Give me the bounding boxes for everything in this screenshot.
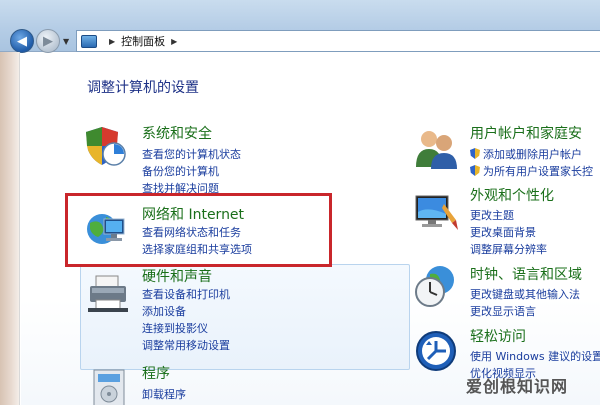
- address-bar[interactable]: ▶ 控制面板 ▶: [76, 30, 600, 52]
- navigation-bar: ◀ ▶ ▼ ▶ 控制面板 ▶: [0, 0, 600, 53]
- hardware-link[interactable]: 添加设备: [142, 303, 186, 319]
- recent-pages-dropdown[interactable]: ▼: [63, 37, 69, 46]
- hardware-link[interactable]: 调整常用移动设置: [142, 337, 230, 353]
- programs-icon[interactable]: [88, 364, 132, 405]
- hardware-link[interactable]: 查看设备和打印机: [142, 286, 230, 302]
- appearance-title[interactable]: 外观和个性化: [470, 185, 554, 205]
- clock-link[interactable]: 更改键盘或其他输入法: [470, 286, 580, 302]
- breadcrumb-control-panel[interactable]: 控制面板: [121, 33, 165, 49]
- shield-icon[interactable]: [84, 124, 128, 168]
- system-security-link[interactable]: 查看您的计算机状态: [142, 146, 241, 162]
- forward-button[interactable]: ▶: [36, 29, 60, 53]
- uac-shield-icon: [470, 165, 480, 176]
- accounts-link[interactable]: 为所有用户设置家长控: [470, 163, 593, 179]
- annotation-highlight-box: [65, 193, 332, 267]
- left-pane: [0, 52, 20, 405]
- watermark: 爱创根知识网: [466, 377, 569, 396]
- breadcrumb-chevron-icon[interactable]: ▶: [171, 37, 177, 46]
- system-security-title[interactable]: 系统和安全: [142, 123, 212, 143]
- programs-title[interactable]: 程序: [142, 363, 170, 383]
- breadcrumb-chevron-icon[interactable]: ▶: [109, 37, 115, 46]
- monitor-paint-icon[interactable]: [414, 190, 458, 234]
- uac-shield-icon: [470, 148, 480, 159]
- ease-of-access-icon[interactable]: [414, 329, 458, 373]
- appearance-link[interactable]: 调整屏幕分辨率: [470, 241, 547, 257]
- arrow-left-icon: ◀: [17, 33, 27, 49]
- hardware-title[interactable]: 硬件和声音: [142, 266, 212, 286]
- appearance-link[interactable]: 更改主题: [470, 207, 514, 223]
- clock-globe-icon[interactable]: [414, 264, 458, 308]
- control-panel-icon: [81, 34, 97, 48]
- clock-link[interactable]: 更改显示语言: [470, 303, 536, 319]
- accounts-link-label: 为所有用户设置家长控: [483, 165, 593, 178]
- accounts-link-label: 添加或删除用户帐户: [483, 148, 582, 161]
- users-icon[interactable]: [414, 127, 458, 171]
- appearance-link[interactable]: 更改桌面背景: [470, 224, 536, 240]
- system-security-link[interactable]: 备份您的计算机: [142, 163, 219, 179]
- arrow-right-icon: ▶: [43, 33, 53, 49]
- hardware-link[interactable]: 连接到投影仪: [142, 320, 208, 336]
- accounts-title[interactable]: 用户帐户和家庭安: [470, 123, 582, 143]
- accounts-link[interactable]: 添加或删除用户帐户: [470, 146, 582, 162]
- clock-title[interactable]: 时钟、语言和区域: [470, 264, 582, 284]
- ease-link[interactable]: 使用 Windows 建议的设置: [470, 348, 600, 364]
- programs-link[interactable]: 卸载程序: [142, 386, 186, 402]
- printer-icon[interactable]: [86, 272, 130, 316]
- back-button[interactable]: ◀: [10, 29, 34, 53]
- ease-title[interactable]: 轻松访问: [470, 326, 526, 346]
- page-title: 调整计算机的设置: [87, 80, 199, 96]
